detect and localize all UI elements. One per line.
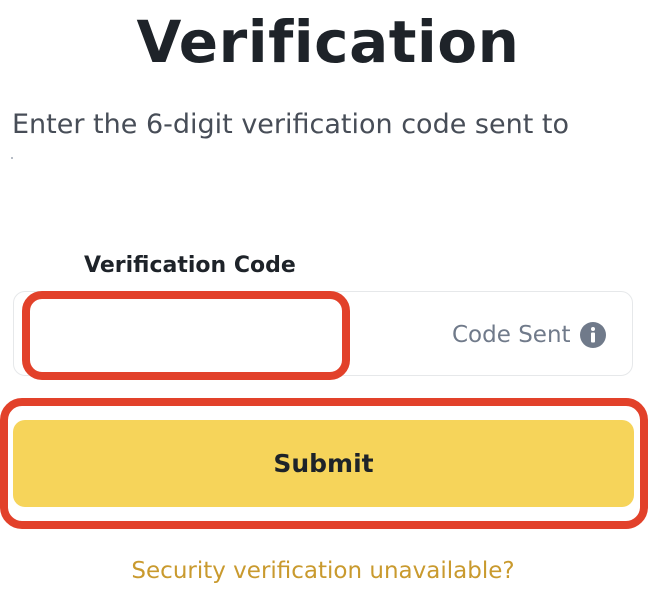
page-title: Verification	[136, 8, 520, 76]
info-icon[interactable]	[579, 321, 607, 349]
verification-code-input[interactable]	[30, 300, 340, 368]
security-verification-unavailable-link[interactable]: Security verification unavailable?	[0, 555, 646, 587]
code-sent-status: Code Sent	[452, 322, 571, 348]
submit-button[interactable]: Submit	[13, 420, 634, 507]
verification-code-label: Verification Code	[84, 253, 296, 278]
verification-instructions: Enter the 6-digit verification code sent…	[12, 109, 569, 140]
masked-email-placeholder	[11, 157, 13, 159]
